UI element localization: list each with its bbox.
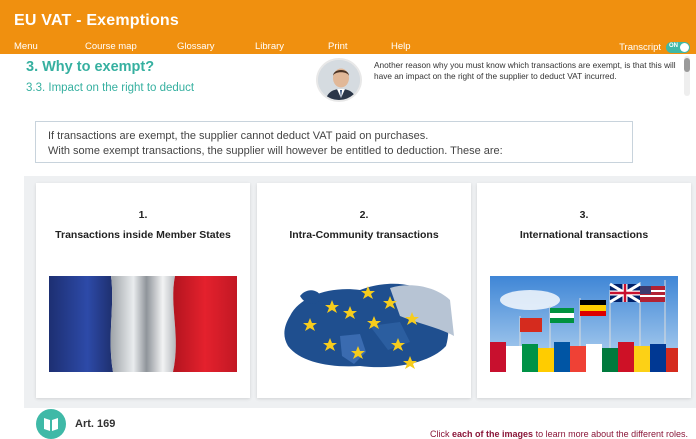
menu-item-library[interactable]: Library — [255, 41, 284, 52]
instruction-pre: Click — [430, 429, 453, 439]
card-label: International transactions — [519, 229, 649, 241]
transcript-label: Transcript — [619, 41, 661, 53]
presenter-avatar-icon — [318, 60, 360, 100]
menu-bar: Menu Course map Glossary Library Print H… — [0, 40, 696, 54]
card-intra-community[interactable]: 2. Intra-Community transactions — [257, 183, 471, 398]
card-number: 1. — [138, 209, 148, 221]
intro-box: If transactions are exempt, the supplier… — [35, 121, 633, 163]
narration-scrollbar[interactable] — [684, 56, 690, 96]
card-label: Intra-Community transactions — [289, 229, 439, 241]
toggle-knob — [680, 42, 689, 52]
presenter-avatar — [316, 58, 362, 102]
intro-line-2: With some exempt transactions, the suppl… — [48, 145, 503, 157]
app-title: EU VAT - Exemptions — [14, 12, 180, 29]
french-flag-image[interactable] — [49, 276, 237, 372]
book-icon[interactable] — [36, 409, 66, 439]
instruction-post: to learn more about the different roles. — [533, 429, 688, 439]
article-reference[interactable]: Art. 169 — [75, 418, 115, 430]
toggle-on-label: ON — [669, 42, 678, 49]
transcript-control: Transcript ON — [619, 40, 690, 54]
section-title: 3. Why to exempt? — [26, 59, 155, 75]
scrollbar-thumb[interactable] — [684, 58, 690, 72]
menu-item-print[interactable]: Print — [328, 41, 348, 52]
section-subtitle: 3.3. Impact on the right to deduct — [26, 82, 195, 94]
card-number: 2. — [359, 209, 369, 221]
international-flags-image[interactable] — [490, 276, 678, 372]
menu-item-menu[interactable]: Menu — [14, 41, 38, 52]
menu-item-glossary[interactable]: Glossary — [177, 41, 214, 52]
transcript-toggle[interactable]: ON — [666, 41, 690, 53]
menu-item-help[interactable]: Help — [391, 41, 411, 52]
menu-item-course-map[interactable]: Course map — [85, 41, 137, 52]
intro-line-1: If transactions are exempt, the supplier… — [48, 130, 429, 142]
card-label: Transactions inside Member States — [55, 229, 231, 241]
instruction-bold: each of the images — [452, 429, 534, 439]
card-number: 3. — [579, 209, 589, 221]
narration-text: Another reason why you must know which t… — [374, 60, 676, 81]
card-international[interactable]: 3. International transactions — [477, 183, 691, 398]
instruction-text: Click each of the images to learn more a… — [430, 429, 688, 439]
eu-map-image[interactable] — [270, 276, 458, 372]
top-bar: EU VAT - Exemptions Menu Course map Glos… — [0, 0, 696, 54]
card-member-states[interactable]: 1. Transactions inside Member States — [36, 183, 250, 398]
